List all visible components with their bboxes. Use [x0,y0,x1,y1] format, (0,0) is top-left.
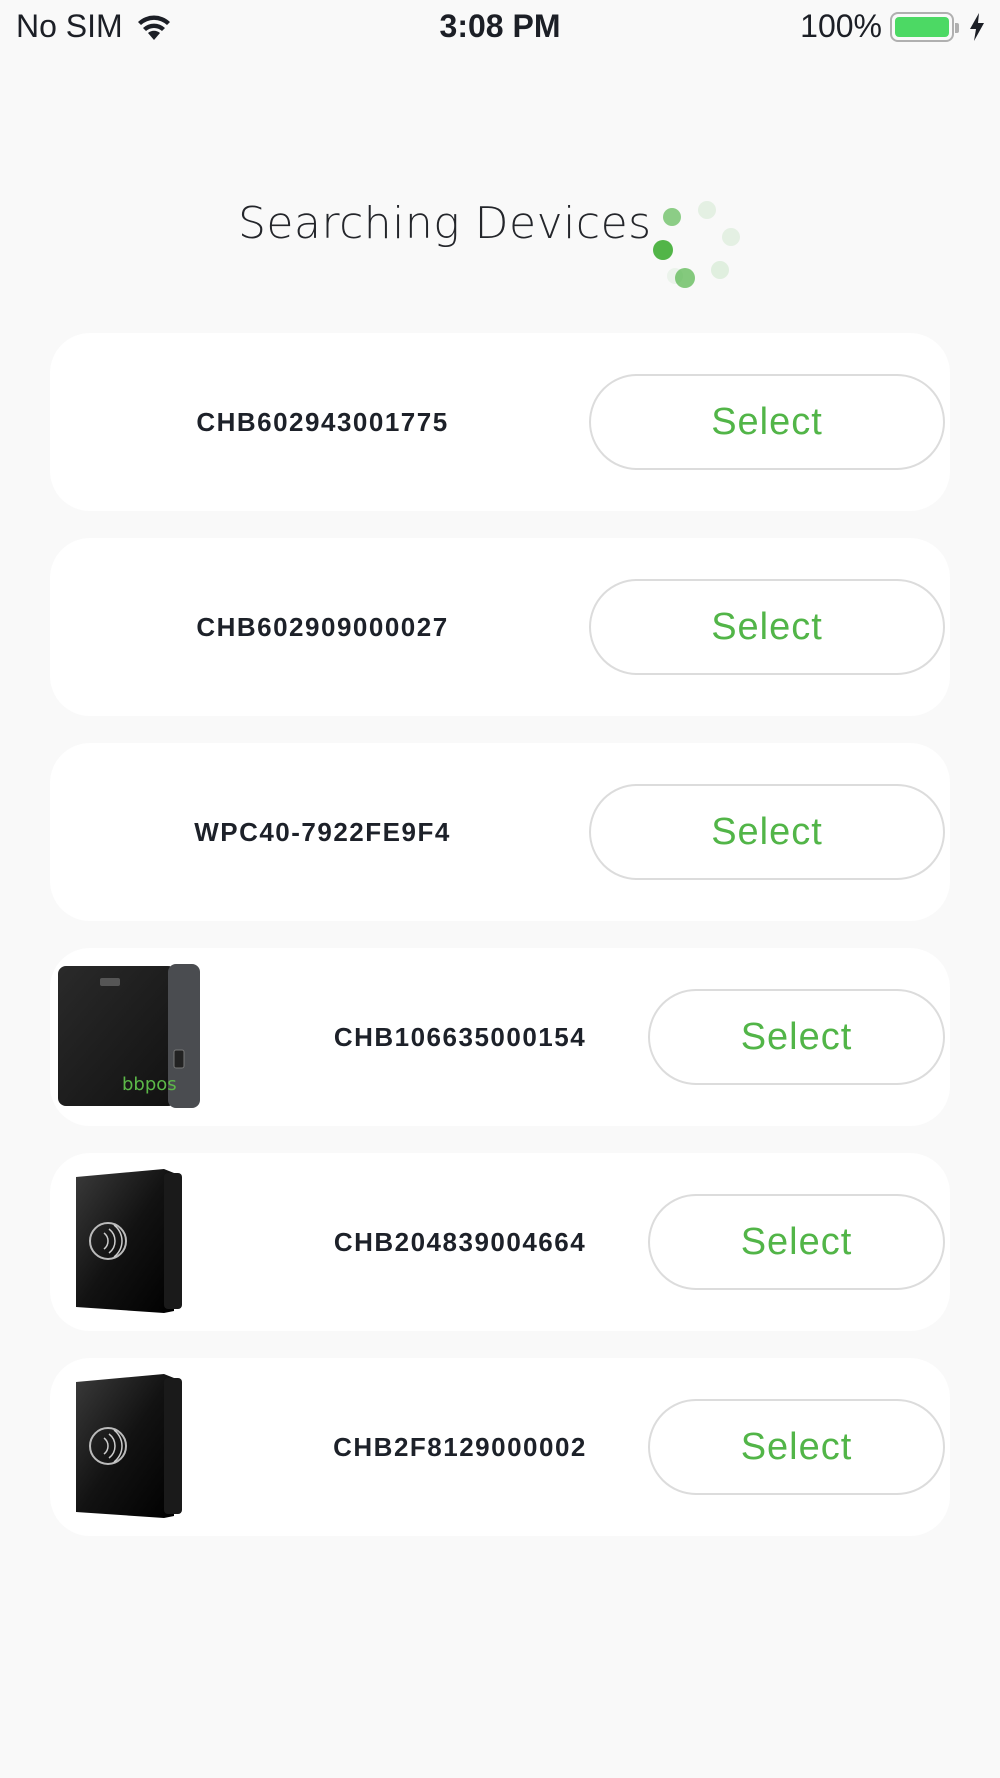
search-header: Searching Devices [0,190,1000,290]
card-reader-image [76,1374,182,1518]
select-button[interactable]: Select [648,989,945,1085]
select-button[interactable]: Select [589,579,945,675]
device-card: WPC40-7922FE9F4 Select [50,743,950,921]
card-reader-image: bbpos [58,964,200,1108]
brand-label: bbpos [122,1074,177,1095]
device-card: CHB204839004664 Select [50,1153,950,1331]
device-card: CHB2F8129000002 Select [50,1358,950,1536]
status-bar: No SIM 3:08 PM 100% [0,0,1000,56]
loading-spinner-icon [653,201,740,288]
battery-icon [890,11,959,42]
charging-bolt-icon [970,12,984,41]
device-name: WPC40-7922FE9F4 [194,816,451,847]
select-button[interactable]: Select [648,1399,945,1495]
device-card: CHB602943001775 Select [50,333,950,511]
battery-fill [895,16,949,37]
battery-percent: 100% [800,8,882,44]
device-card: bbpos CHB106635000154 Select [50,948,950,1126]
device-name: CHB602909000027 [196,611,449,642]
device-name: CHB204839004664 [333,1226,587,1257]
select-button[interactable]: Select [589,784,945,880]
device-name: CHB602943001775 [196,406,449,437]
page-title: Searching Devices [238,198,652,249]
select-button[interactable]: Select [589,374,945,470]
select-button[interactable]: Select [648,1194,945,1290]
device-card: CHB602909000027 Select [50,538,950,716]
status-right: 100% [800,8,986,45]
device-name: CHB106635000154 [333,1021,587,1052]
card-reader-image [76,1169,182,1313]
device-name: CHB2F8129000002 [333,1431,587,1462]
